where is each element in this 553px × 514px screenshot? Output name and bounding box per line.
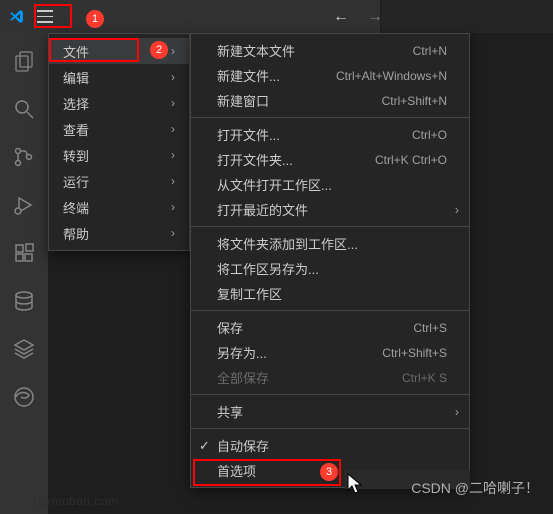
submenu-open-workspace[interactable]: 从文件打开工作区... [191, 172, 469, 197]
menu-item-edit[interactable]: 编辑› [49, 64, 189, 90]
explorer-icon[interactable] [0, 41, 48, 81]
submenu-share[interactable]: 共享› [191, 399, 469, 424]
submenu-open-file[interactable]: 打开文件...Ctrl+O [191, 122, 469, 147]
database-icon[interactable] [0, 281, 48, 321]
submenu-open-recent[interactable]: 打开最近的文件› [191, 197, 469, 222]
submenu-add-folder[interactable]: 将文件夹添加到工作区... [191, 231, 469, 256]
editor-tab-well [380, 0, 553, 33]
submenu-save-as[interactable]: 另存为...Ctrl+Shift+S [191, 340, 469, 365]
chevron-right-icon: › [171, 96, 175, 110]
submenu-save-all: 全部保存Ctrl+K S [191, 365, 469, 390]
chevron-right-icon: › [171, 70, 175, 84]
menu-item-go[interactable]: 转到› [49, 142, 189, 168]
submenu-new-file[interactable]: 新建文件...Ctrl+Alt+Windows+N [191, 63, 469, 88]
chevron-right-icon: › [171, 174, 175, 188]
submenu-new-text-file[interactable]: 新建文本文件Ctrl+N [191, 38, 469, 63]
search-icon[interactable] [0, 89, 48, 129]
chevron-right-icon: › [171, 226, 175, 240]
menu-item-run[interactable]: 运行› [49, 168, 189, 194]
chevron-right-icon: › [171, 122, 175, 136]
stack-icon[interactable] [0, 329, 48, 369]
submenu-duplicate-workspace[interactable]: 复制工作区 [191, 281, 469, 306]
nav-back-icon[interactable]: ← [333, 8, 349, 26]
menu-item-view[interactable]: 查看› [49, 116, 189, 142]
check-icon: ✓ [199, 438, 210, 454]
menu-item-help[interactable]: 帮助› [49, 220, 189, 246]
submenu-new-window[interactable]: 新建窗口Ctrl+Shift+N [191, 88, 469, 113]
submenu-open-folder[interactable]: 打开文件夹...Ctrl+K Ctrl+O [191, 147, 469, 172]
submenu-autosave[interactable]: ✓自动保存 [191, 433, 469, 458]
chevron-right-icon: › [171, 44, 175, 58]
file-submenu: 新建文本文件Ctrl+N 新建文件...Ctrl+Alt+Windows+N 新… [190, 33, 470, 488]
vscode-logo-icon [8, 8, 25, 25]
background-watermark: toymoban.com [34, 494, 119, 508]
edge-icon[interactable] [0, 377, 48, 417]
watermark-text: CSDN @二哈喇子！ [411, 478, 539, 498]
main-menu: 文件› 编辑› 选择› 查看› 转到› 运行› 终端› 帮助› [48, 33, 190, 251]
menu-item-terminal[interactable]: 终端› [49, 194, 189, 220]
source-control-icon[interactable] [0, 137, 48, 177]
hamburger-menu-button[interactable] [33, 6, 59, 28]
activity-bar [0, 33, 48, 514]
chevron-right-icon: › [455, 203, 459, 217]
chevron-right-icon: › [171, 148, 175, 162]
extensions-icon[interactable] [0, 233, 48, 273]
menu-item-selection[interactable]: 选择› [49, 90, 189, 116]
chevron-right-icon: › [455, 405, 459, 419]
submenu-save-workspace-as[interactable]: 将工作区另存为... [191, 256, 469, 281]
submenu-save[interactable]: 保存Ctrl+S [191, 315, 469, 340]
run-debug-icon[interactable] [0, 185, 48, 225]
menu-item-file[interactable]: 文件› [49, 38, 189, 64]
chevron-right-icon: › [171, 200, 175, 214]
